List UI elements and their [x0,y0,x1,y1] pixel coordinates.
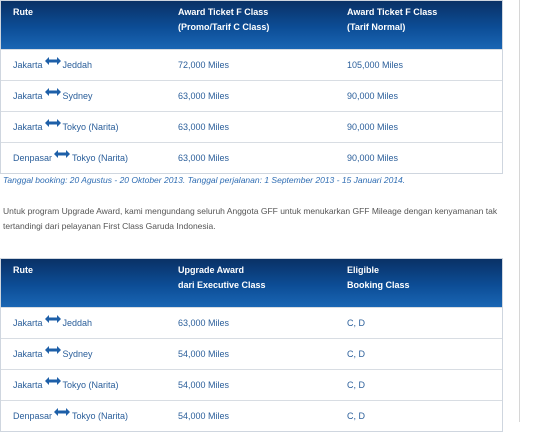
route-origin: Denpasar [13,153,53,163]
col1-value: 63,000 Miles [178,318,230,328]
double-arrow-icon [44,314,61,323]
page-divider [519,0,520,422]
table-row: Jakarta Sydney 63,000 Miles 90,000 Miles [1,80,502,111]
header-route: Rute [13,7,33,17]
award-ticket-table: Rute Award Ticket F Class (Promo/Tarif C… [0,0,503,174]
col2-value: 105,000 Miles [347,60,404,70]
upgrade-award-table: Rute Upgrade Award dari Executive Class … [0,258,503,432]
header-col2-line1: Eligible [347,265,380,275]
double-arrow-icon [44,87,61,96]
route-cell: Denpasar Tokyo (Narita) [13,143,128,174]
col2-value: C, D [347,349,365,359]
route-origin: Jakarta [13,60,43,70]
col1-value: 54,000 Miles [178,380,230,390]
col1-value: 72,000 Miles [178,60,230,70]
table-row: Jakarta Jeddah 63,000 Miles C, D [1,307,502,338]
header-col1-line1: Award Ticket F Class [178,7,269,17]
header-col1-line2: dari Executive Class [178,280,266,290]
col2-value: 90,000 Miles [347,91,399,101]
route-destination: Tokyo (Narita) [72,411,129,421]
double-arrow-icon [44,376,61,385]
route-cell: Jakarta Tokyo (Narita) [13,370,119,401]
col1-value: 63,000 Miles [178,91,230,101]
route-destination: Tokyo (Narita) [62,122,119,132]
header-col2-line2: (Tarif Normal) [347,22,406,32]
double-arrow-icon [44,118,61,127]
route-cell: Jakarta Sydney [13,81,93,112]
route-origin: Denpasar [13,411,53,421]
col1-value: 63,000 Miles [178,153,230,163]
route-origin: Jakarta [13,349,43,359]
table-row: Jakarta Tokyo (Narita) 63,000 Miles 90,000 … [1,111,502,142]
col2-value: 90,000 Miles [347,122,399,132]
col1-value: 54,000 Miles [178,411,230,421]
route-destination: Sydney [62,91,93,101]
col2-value: C, D [347,380,365,390]
double-arrow-icon [54,149,71,158]
route-origin: Jakarta [13,318,43,328]
double-arrow-icon [54,407,71,416]
table-row: Denpasar Tokyo (Narita) 54,000 Miles C, D [1,400,502,431]
route-cell: Jakarta Jeddah [13,50,92,81]
table-header: Rute Award Ticket F Class (Promo/Tarif C… [1,1,502,49]
upgrade-award-paragraph: Untuk program Upgrade Award, kami mengun… [3,206,498,231]
double-arrow-icon [44,56,61,65]
table-row: Jakarta Tokyo (Narita) 54,000 Miles C, D [1,369,502,400]
col2-value: C, D [347,318,365,328]
table-header: Rute Upgrade Award dari Executive Class … [1,259,502,307]
table-row: Denpasar Tokyo (Narita) 63,000 Miles 90,000… [1,142,502,173]
col2-value: 90,000 Miles [347,153,399,163]
route-destination: Jeddah [62,60,93,70]
route-origin: Jakarta [13,91,43,101]
header-col2-line1: Award Ticket F Class [347,7,438,17]
route-origin: Jakarta [13,380,43,390]
col1-value: 54,000 Miles [178,349,230,359]
route-cell: Jakarta Jeddah [13,308,92,339]
header-col1-line1: Upgrade Award [178,265,245,275]
col1-value: 63,000 Miles [178,122,230,132]
header-col2-line2: Booking Class [347,280,410,290]
route-cell: Jakarta Sydney [13,339,93,370]
double-arrow-icon [44,345,61,354]
route-cell: Jakarta Tokyo (Narita) [13,112,119,143]
table-row: Jakarta Sydney 54,000 Miles C, D [1,338,502,369]
table-row: Jakarta Jeddah 72,000 Miles 105,000 Miles [1,49,502,80]
header-col1-line2: (Promo/Tarif C Class) [178,22,270,32]
route-destination: Jeddah [62,318,93,328]
header-route: Rute [13,265,33,275]
route-origin: Jakarta [13,122,43,132]
route-destination: Tokyo (Narita) [62,380,119,390]
route-destination: Tokyo (Narita) [72,153,129,163]
route-cell: Denpasar Tokyo (Narita) [13,401,128,432]
col2-value: C, D [347,411,365,421]
booking-date-note: Tanggal booking: 20 Agustus - 20 Oktober… [3,175,406,185]
route-destination: Sydney [62,349,93,359]
